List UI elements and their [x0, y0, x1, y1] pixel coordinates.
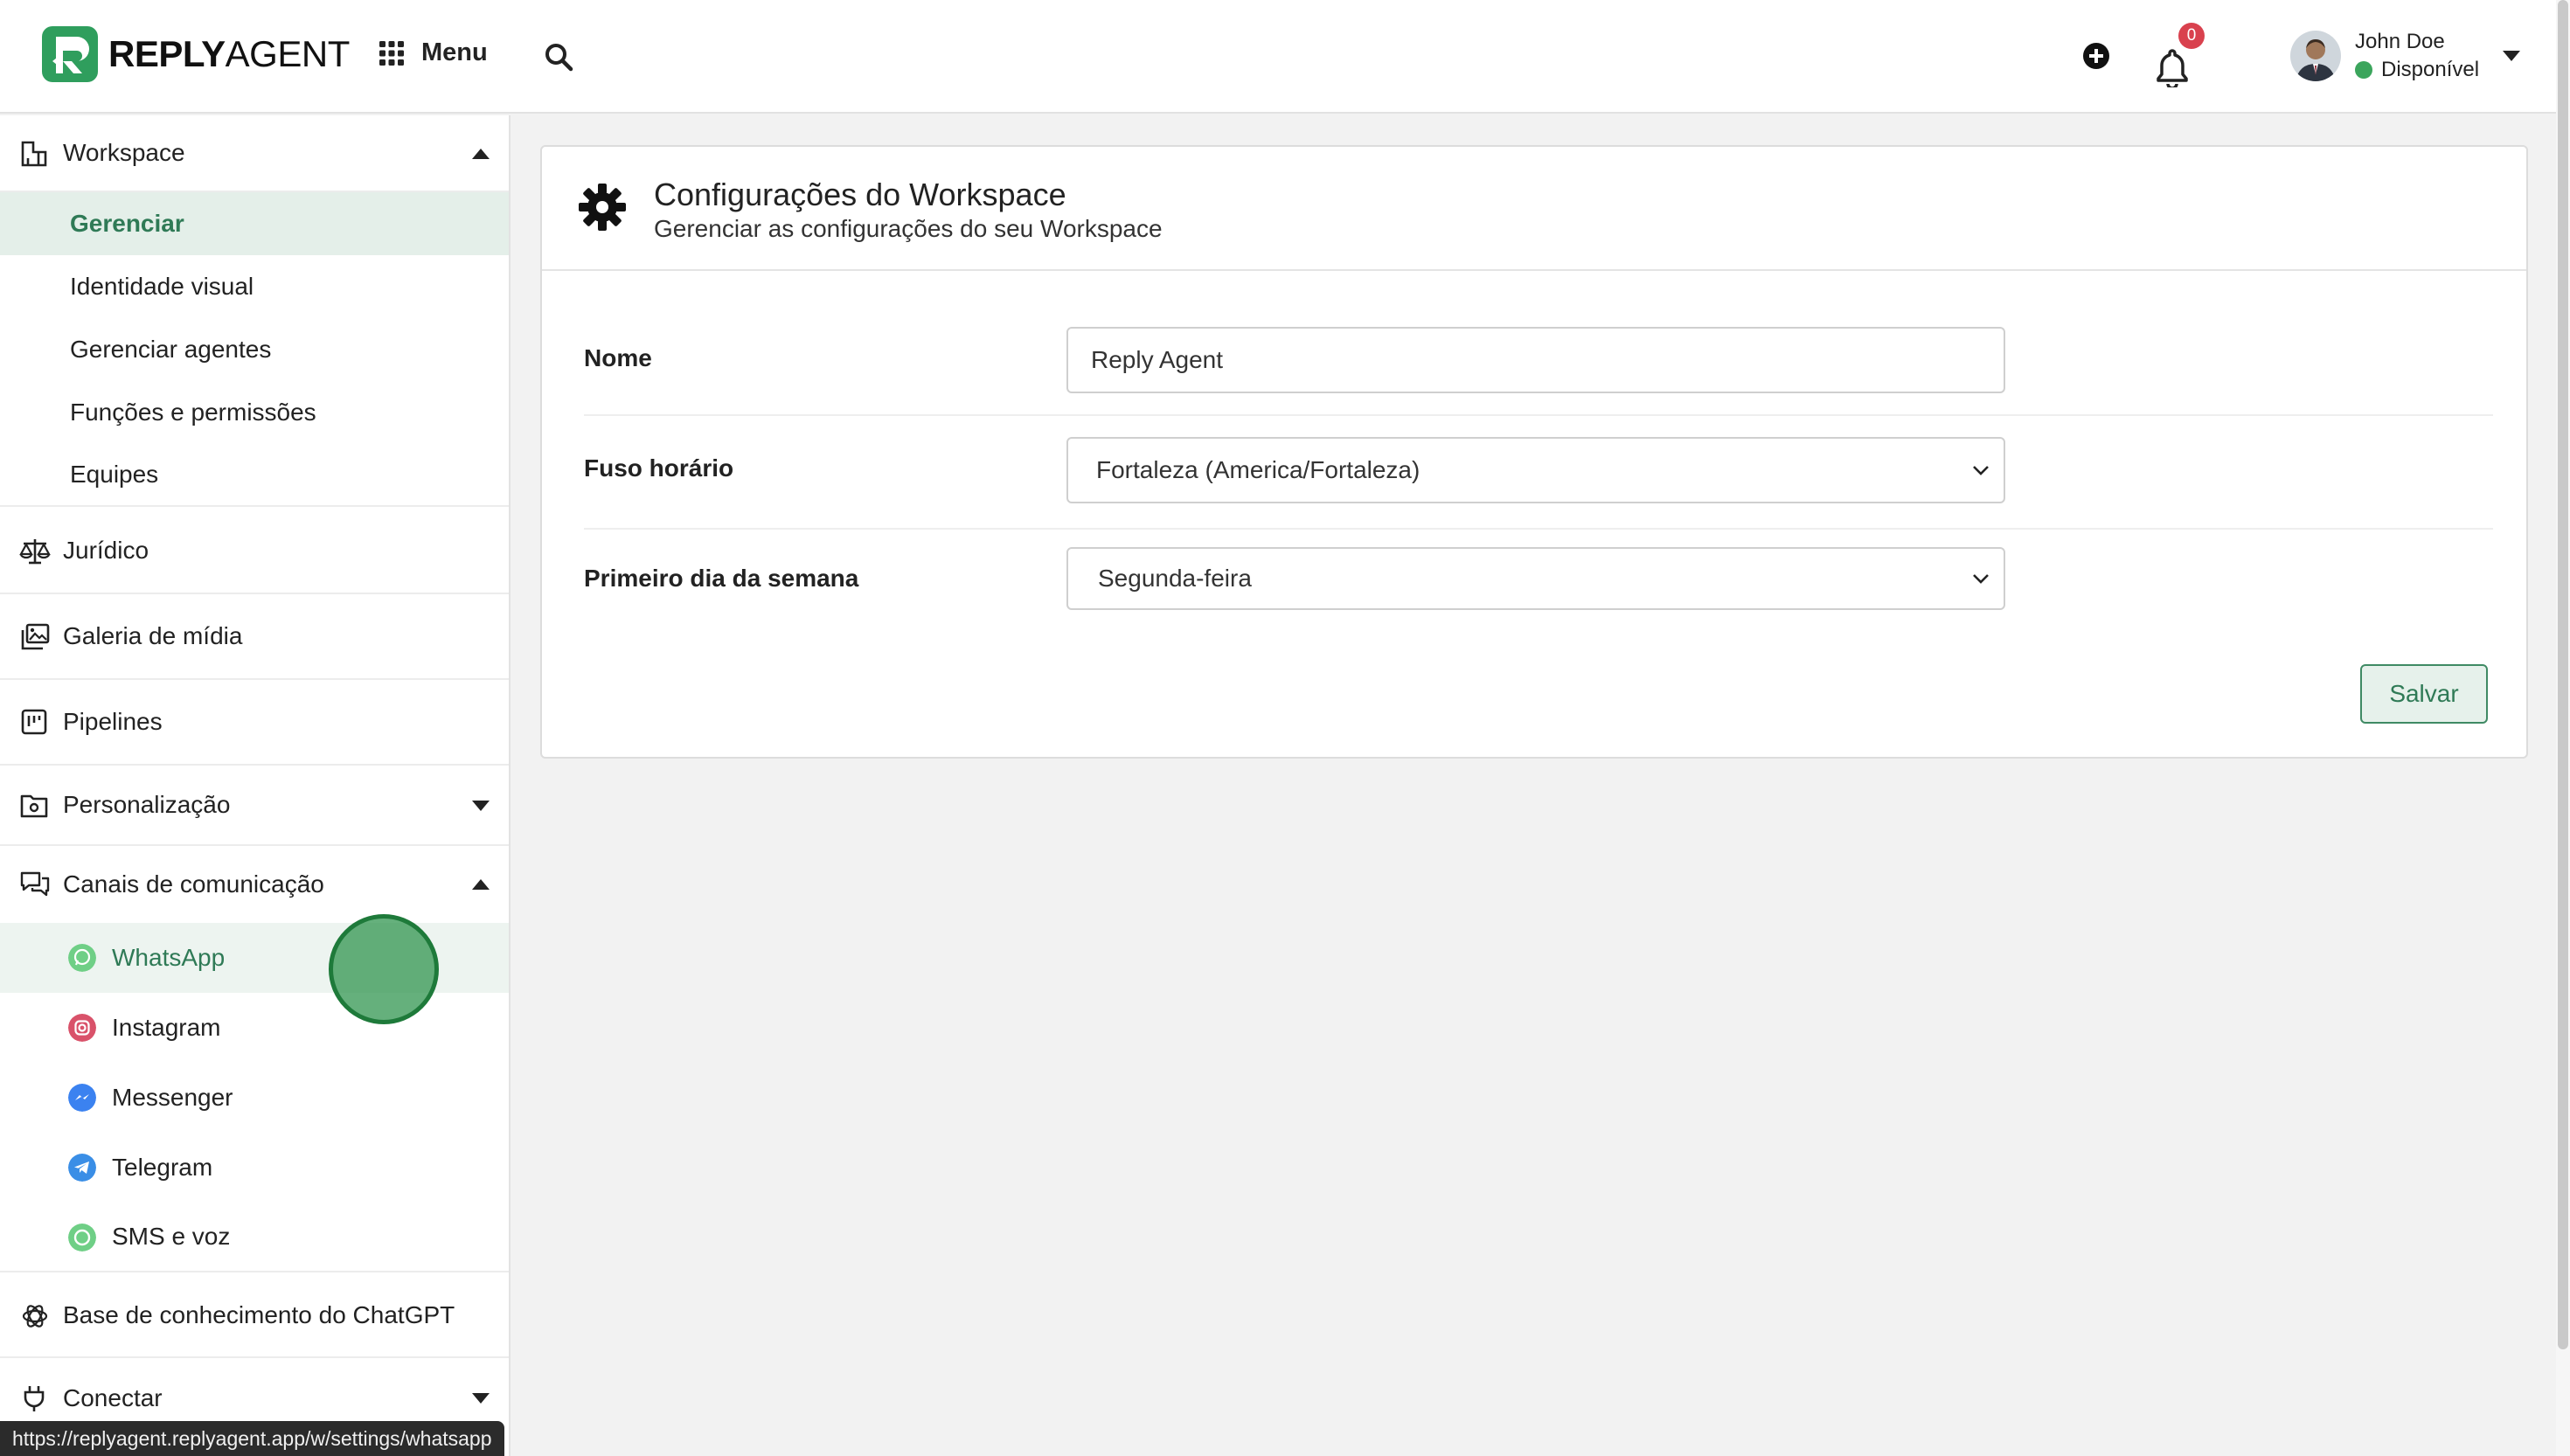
- logo[interactable]: REPLYAGENT: [42, 26, 350, 82]
- sidebar-item-label: Equipes: [70, 461, 159, 488]
- workspace-settings-card: Configurações do Workspace Gerenciar as …: [540, 145, 2528, 759]
- nome-input-value: Reply Agent: [1091, 346, 1223, 373]
- user-name: John Doe: [2355, 30, 2445, 53]
- sidebar-item-label: Messenger: [112, 1084, 233, 1111]
- sidebar-item-label: Gerenciar agentes: [70, 336, 272, 363]
- sidebar-item-identidade-visual[interactable]: Identidade visual: [0, 255, 509, 318]
- page-subtitle: Gerenciar as configurações do seu Worksp…: [654, 215, 1163, 242]
- sidebar-section-label: Base de conhecimento do ChatGPT: [63, 1301, 455, 1328]
- instagram-icon: [68, 1014, 96, 1042]
- sidebar-section-label: Jurídico: [63, 537, 149, 564]
- divider: [584, 414, 2493, 416]
- messenger-icon: [68, 1084, 96, 1112]
- user-status-text: Disponível: [2381, 58, 2480, 81]
- sidebar: Workspace Gerenciar Identidade visual Ge…: [0, 115, 511, 1456]
- nome-label: Nome: [584, 344, 652, 371]
- sidebar-item-label: Gerenciar: [70, 210, 184, 237]
- divider: [584, 528, 2493, 530]
- caret-up-icon: [472, 879, 490, 890]
- media-gallery-icon: [21, 623, 50, 650]
- click-indicator: [329, 914, 439, 1024]
- scrollbar-thumb[interactable]: [2558, 0, 2568, 1349]
- primeiro-dia-value: Segunda-feira: [1098, 565, 1252, 592]
- sidebar-section-personalizacao[interactable]: Personalização: [0, 766, 509, 846]
- sidebar-section-chatgpt[interactable]: Base de conhecimento do ChatGPT: [0, 1274, 509, 1358]
- caret-down-icon: [2503, 51, 2521, 61]
- status-dot-icon: [2355, 61, 2372, 79]
- user-menu[interactable]: John Doe Disponível: [2290, 28, 2521, 84]
- bell-icon[interactable]: [2154, 47, 2191, 87]
- sidebar-item-telegram[interactable]: Telegram: [0, 1133, 509, 1203]
- workspace-icon: [21, 141, 47, 167]
- whatsapp-icon: [68, 944, 96, 972]
- sidebar-item-label: SMS e voz: [112, 1223, 231, 1250]
- add-circle-icon[interactable]: [2082, 42, 2110, 70]
- sidebar-item-label: Funções e permissões: [70, 399, 316, 426]
- scale-icon: [19, 539, 51, 565]
- sidebar-section-label: Canais de comunicação: [63, 870, 324, 898]
- sidebar-section-label: Workspace: [63, 139, 185, 166]
- sidebar-section-label: Galeria de mídia: [63, 622, 243, 649]
- sidebar-item-label: WhatsApp: [112, 944, 226, 971]
- pipelines-icon: [21, 709, 47, 735]
- sidebar-section-juridico[interactable]: Jurídico: [0, 509, 509, 594]
- fuso-horario-select[interactable]: Fortaleza (America/Fortaleza): [1066, 437, 2005, 503]
- avatar: [2290, 31, 2341, 81]
- page-title: Configurações do Workspace: [654, 177, 1066, 212]
- folder-settings-icon: [20, 794, 48, 818]
- fuso-horario-value: Fortaleza (America/Fortaleza): [1096, 456, 1420, 483]
- sidebar-item-gerenciar[interactable]: Gerenciar: [0, 192, 509, 255]
- chat-channels-icon: [20, 871, 50, 897]
- card-header: Configurações do Workspace Gerenciar as …: [542, 147, 2526, 271]
- sidebar-section-canais[interactable]: Canais de comunicação: [0, 846, 509, 923]
- sidebar-section-workspace[interactable]: Workspace: [0, 115, 509, 192]
- sidebar-section-label: Pipelines: [63, 708, 163, 735]
- sidebar-item-label: Instagram: [112, 1014, 221, 1041]
- caret-down-icon: [472, 801, 490, 811]
- sidebar-item-gerenciar-agentes[interactable]: Gerenciar agentes: [0, 318, 509, 381]
- openai-icon: [22, 1305, 48, 1328]
- chevron-down-icon: [1973, 574, 1989, 584]
- notification-badge: 0: [2178, 23, 2205, 49]
- caret-down-icon: [472, 1393, 490, 1404]
- user-status: Disponível: [2355, 56, 2479, 84]
- sidebar-item-instagram[interactable]: Instagram: [0, 993, 509, 1063]
- status-bar-url: https://replyagent.replyagent.app/w/sett…: [0, 1421, 504, 1456]
- top-bar: REPLYAGENT Menu 0 John Doe Disponível: [0, 0, 2570, 114]
- sidebar-section-pipelines[interactable]: Pipelines: [0, 680, 509, 766]
- chevron-down-icon: [1973, 466, 1989, 475]
- fuso-horario-label: Fuso horário: [584, 454, 734, 482]
- sidebar-item-label: Identidade visual: [70, 273, 254, 300]
- menu-label: Menu: [421, 38, 488, 66]
- sidebar-item-funcoes-permissoes[interactable]: Funções e permissões: [0, 381, 509, 444]
- save-button[interactable]: Salvar: [2360, 664, 2488, 724]
- primeiro-dia-select[interactable]: Segunda-feira: [1066, 547, 2005, 610]
- sidebar-section-label: Personalização: [63, 791, 231, 818]
- sidebar-item-label: Telegram: [112, 1154, 213, 1181]
- sidebar-item-sms-voz[interactable]: SMS e voz: [0, 1203, 509, 1272]
- primeiro-dia-label: Primeiro dia da semana: [584, 565, 859, 592]
- logo-text: REPLYAGENT: [108, 33, 350, 74]
- gear-icon: [579, 184, 626, 231]
- sidebar-item-equipes[interactable]: Equipes: [0, 444, 509, 507]
- reply-agent-logo-icon: [42, 26, 98, 82]
- menu-button[interactable]: Menu: [379, 38, 488, 67]
- search-icon[interactable]: [544, 42, 573, 72]
- sidebar-item-messenger[interactable]: Messenger: [0, 1063, 509, 1133]
- sms-icon: [68, 1224, 96, 1251]
- grid-icon: [379, 40, 404, 66]
- sidebar-section-label: Conectar: [63, 1384, 163, 1411]
- sidebar-section-galeria[interactable]: Galeria de mídia: [0, 594, 509, 680]
- plug-icon: [24, 1386, 45, 1411]
- nome-input[interactable]: Reply Agent: [1066, 327, 2005, 393]
- telegram-icon: [68, 1154, 96, 1182]
- caret-up-icon: [472, 149, 490, 159]
